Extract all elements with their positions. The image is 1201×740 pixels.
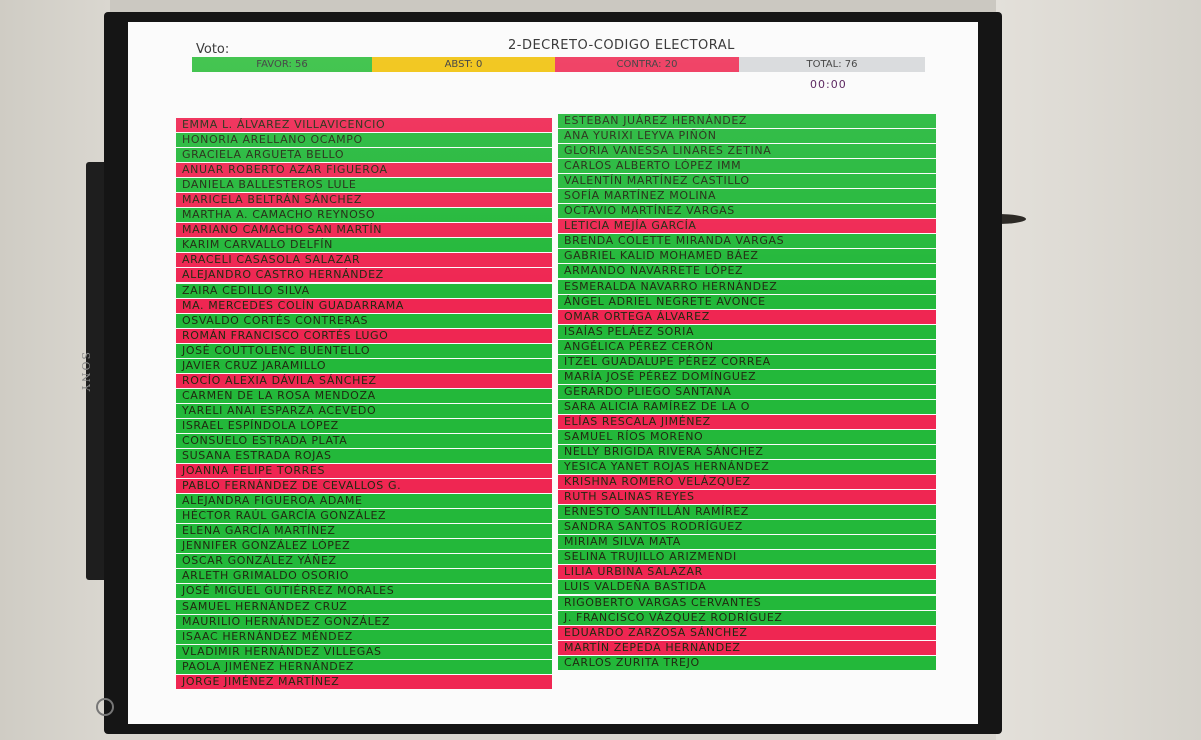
deputy-vote-row: MARICELA BELTRÁN SÁNCHEZ	[176, 193, 552, 208]
deputies-list-left: EMMA L. ÁLVAREZ VILLAVICENCIO HONORIA ARE…	[176, 118, 552, 690]
deputy-vote-row: OSVALDO CORTÉS CONTRERAS	[176, 313, 552, 328]
deputy-vote-row: JOANNA FELIPE TORRES	[176, 464, 552, 479]
vote-label: Voto:	[196, 42, 230, 57]
deputy-vote-row: JAVIER CRUZ JARAMILLO	[176, 358, 552, 373]
deputy-vote-row: ANUAR ROBERTO AZAR FIGUEROA	[176, 163, 552, 178]
deputy-vote-row: ARACELI CASASOLA SALAZAR	[176, 253, 552, 268]
deputy-vote-row: NELLY BRIGIDA RIVERA SÁNCHEZ	[558, 445, 936, 460]
vote-tally-bar: FAVOR: 56 ABST: 0 CONTRA: 20 TOTAL: 76	[192, 57, 926, 72]
deputy-vote-row: ISRAEL ESPÍNDOLA LÓPEZ	[176, 418, 552, 433]
deputy-vote-row: J. FRANCISCO VÁZQUEZ RODRÍGUEZ	[558, 610, 936, 625]
deputy-vote-row: GABRIEL KALID MOHAMED BÁEZ	[558, 249, 936, 264]
deputy-vote-row: LILIA URBINA SALAZAR	[558, 565, 936, 580]
deputy-vote-row: SAMUEL HERNÁNDEZ CRUZ	[176, 599, 552, 614]
deputy-vote-row: CARLOS ALBERTO LÓPEZ IMM	[558, 159, 936, 174]
deputy-vote-row: GERARDO PLIEGO SANTANA	[558, 384, 936, 399]
deputy-vote-row: ELÍAS RESCALA JIMÉNEZ	[558, 414, 936, 429]
deputy-vote-row: YESICA YANET ROJAS HERNÁNDEZ	[558, 460, 936, 475]
deputy-vote-row: ROMÁN FRANCISCO CORTÉS LUGO	[176, 328, 552, 343]
deputy-vote-row: ERNESTO SANTILLÁN RAMÍREZ	[558, 505, 936, 520]
deputy-vote-row: MA. MERCEDES COLÍN GUADARRAMA	[176, 298, 552, 313]
deputy-vote-row: OMAR ORTEGA ÁLVAREZ	[558, 309, 936, 324]
deputy-vote-row: HÉCTOR RAÚL GARCÍA GONZÁLEZ	[176, 509, 552, 524]
deputy-vote-row: MARÍA JOSÉ PÉREZ DOMÍNGUEZ	[558, 369, 936, 384]
deputy-vote-row: LUIS VALDEÑA BASTIDA	[558, 580, 936, 595]
tally-total: TOTAL: 76	[739, 57, 925, 72]
deputy-vote-row: ARLETH GRIMALDO OSORIO	[176, 569, 552, 584]
deputy-vote-row: GLORIA VANESSA LINARES ZETINA	[558, 144, 936, 159]
deputy-vote-row: ALEJANDRA FIGUEROA ADAME	[176, 494, 552, 509]
deputy-vote-row: PAOLA JIMÉNEZ HERNÁNDEZ	[176, 659, 552, 674]
page-title: 2-DECRETO-CODIGO ELECTORAL	[508, 38, 735, 53]
deputy-vote-row: SUSANA ESTRADA ROJAS	[176, 449, 552, 464]
deputy-vote-row: ESTEBAN JUÁREZ HERNÁNDEZ	[558, 114, 936, 128]
deputy-vote-row: ANA YURIXI LEYVA PIÑÓN	[558, 129, 936, 144]
deputy-vote-row: ELENA GARCÍA MARTÍNEZ	[176, 524, 552, 539]
deputy-vote-row: MAURILIO HERNÁNDEZ GONZÁLEZ	[176, 614, 552, 629]
deputy-vote-row: MIRIAM SILVA MATA	[558, 535, 936, 550]
deputy-vote-row: DANIELA BALLESTEROS LULE	[176, 178, 552, 193]
deputy-vote-row: JORGE JIMÉNEZ MARTÍNEZ	[176, 674, 552, 689]
deputy-vote-row: ZAIRA CEDILLO SILVA	[176, 283, 552, 298]
deputy-vote-row: CARMEN DE LA ROSA MENDOZA	[176, 388, 552, 403]
deputy-vote-row: OSCAR GONZÁLEZ YÁÑEZ	[176, 554, 552, 569]
deputy-vote-row: VALENTÍN MARTÍNEZ CASTILLO	[558, 174, 936, 189]
wall-right	[962, 0, 1201, 740]
tv-brand-label: SONY	[79, 352, 92, 394]
deputy-vote-row: CONSUELO ESTRADA PLATA	[176, 433, 552, 448]
deputy-vote-row: MARTHA A. CAMACHO REYNOSO	[176, 208, 552, 223]
deputy-vote-row: JENNIFER GONZÁLEZ LÓPEZ	[176, 539, 552, 554]
deputy-vote-row: ROCÍO ALEXIA DÁVILA SÁNCHEZ	[176, 373, 552, 388]
voting-screen: Voto: 2-DECRETO-CODIGO ELECTORAL FAVOR: …	[128, 22, 978, 724]
deputy-vote-row: EDUARDO ZARZOSA SÁNCHEZ	[558, 625, 936, 640]
deputy-vote-row: SOFÍA MARTÍNEZ MOLINA	[558, 189, 936, 204]
deputy-vote-row: ÁNGEL ADRIEL NEGRETE AVONCE	[558, 294, 936, 309]
deputy-vote-row: KARIM CARVALLO DELFÍN	[176, 238, 552, 253]
deputy-vote-row: ANGÉLICA PÉREZ CERÓN	[558, 339, 936, 354]
deputy-vote-row: GRACIELA ARGUETA BELLO	[176, 148, 552, 163]
deputy-vote-row: SARA ALICIA RAMÍREZ DE LA O	[558, 399, 936, 414]
deputy-vote-row: JOSÉ COUTTOLENC BUENTELLO	[176, 343, 552, 358]
tally-abst: ABST: 0	[372, 57, 555, 72]
deputies-list-right: ESTEBAN JUÁREZ HERNÁNDEZ ANA YURIXI LEYVA…	[558, 114, 936, 671]
deputy-vote-row: ESMERALDA NAVARRO HERNÁNDEZ	[558, 279, 936, 294]
deputy-vote-row: VLADIMIR HERNÁNDEZ VILLEGAS	[176, 644, 552, 659]
deputy-vote-row: YARELI ANAI ESPARZA ACEVEDO	[176, 403, 552, 418]
deputy-vote-row: RUTH SALINAS REYES	[558, 490, 936, 505]
deputy-vote-row: OCTAVIO MARTÍNEZ VARGAS	[558, 204, 936, 219]
deputy-vote-row: ITZEL GUADALUPE PÉREZ CORREA	[558, 354, 936, 369]
deputy-vote-row: CARLOS ZURITA TREJO	[558, 655, 936, 670]
deputy-vote-row: BRENDA COLETTE MIRANDA VARGAS	[558, 234, 936, 249]
deputy-vote-row: ALEJANDRO CASTRO HERNÁNDEZ	[176, 268, 552, 283]
deputy-vote-row: ARMANDO NAVARRETE LÓPEZ	[558, 264, 936, 279]
deputy-vote-row: ISAÍAS PELÁEZ SORIA	[558, 324, 936, 339]
deputy-vote-row: JOSÉ MIGUEL GUTIÉRREZ MORALES	[176, 584, 552, 599]
deputy-vote-row: MARIANO CAMACHO SAN MARTÍN	[176, 223, 552, 238]
deputy-vote-row: MARTÍN ZEPEDA HERNÁNDEZ	[558, 640, 936, 655]
deputy-vote-row: SELINA TRUJILLO ARIZMENDI	[558, 550, 936, 565]
deputy-vote-row: PABLO FERNÁNDEZ DE CEVALLOS G.	[176, 479, 552, 494]
deputy-vote-row: EMMA L. ÁLVAREZ VILLAVICENCIO	[176, 118, 552, 132]
timer: 00:00	[810, 78, 847, 91]
deputy-vote-row: KRISHNA ROMERO VELÁZQUEZ	[558, 475, 936, 490]
deputy-vote-row: SAMUEL RÍOS MORENO	[558, 429, 936, 444]
deputy-vote-row: SANDRA SANTOS RODRÍGUEZ	[558, 520, 936, 535]
tally-contra: CONTRA: 20	[555, 57, 739, 72]
power-icon	[96, 698, 114, 716]
tally-favor: FAVOR: 56	[192, 57, 372, 72]
deputy-vote-row: LETICIA MEJÍA GARCÍA	[558, 219, 936, 234]
deputy-vote-row: RIGOBERTO VARGAS CERVANTES	[558, 595, 936, 610]
deputy-vote-row: ISAAC HERNÁNDEZ MÉNDEZ	[176, 629, 552, 644]
deputy-vote-row: HONORIA ARELLANO OCAMPO	[176, 133, 552, 148]
